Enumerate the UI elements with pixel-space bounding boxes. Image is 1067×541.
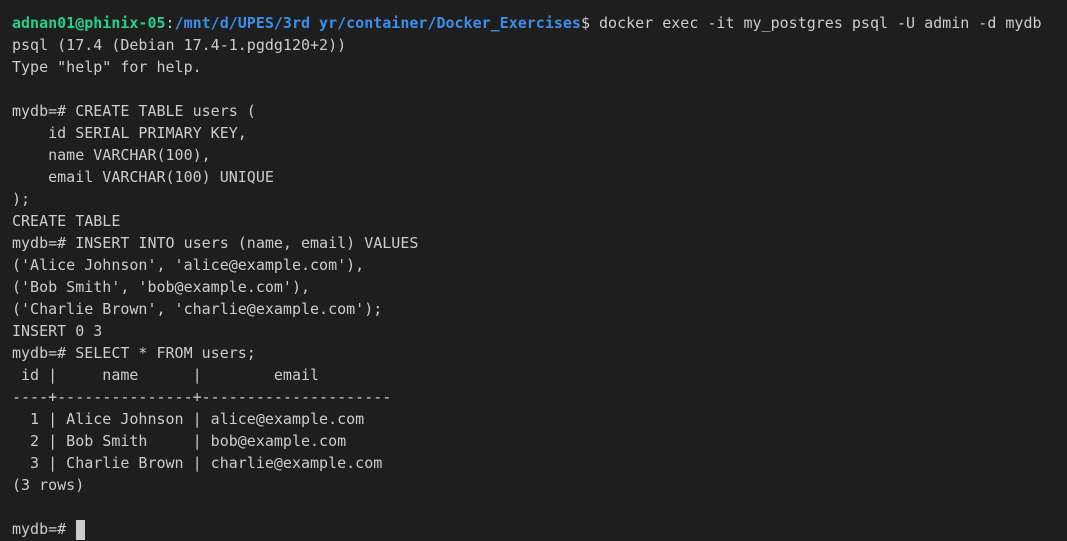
terminal-window[interactable]: adnan01@phinix-05:/mnt/d/UPES/3rd yr/con… (12, 12, 1067, 541)
insert-command-line: ('Bob Smith', 'bob@example.com'), (12, 278, 311, 296)
table-header: id | name | email (12, 366, 392, 384)
select-command-line: mydb=# SELECT * FROM users; (12, 344, 256, 362)
help-hint-line: Type "help" for help. (12, 58, 202, 76)
table-row: 1 | Alice Johnson | alice@example.com (12, 410, 365, 428)
prompt-user-host: adnan01@phinix-05 (12, 14, 166, 32)
prompt-path: /mnt/d/UPES/3rd yr/container/Docker_Exer… (174, 14, 581, 32)
insert-command-line: mydb=# INSERT INTO users (name, email) V… (12, 234, 419, 252)
insert-command-line: ('Alice Johnson', 'alice@example.com'), (12, 256, 365, 274)
psql-version-line: psql (17.4 (Debian 17.4-1.pgdg120+2)) (12, 36, 347, 54)
insert-result-line: INSERT 0 3 (12, 322, 103, 340)
table-row: 3 | Charlie Brown | charlie@example.com (12, 454, 383, 472)
create-command-line: id SERIAL PRIMARY KEY, (12, 124, 247, 142)
shell-prompt-line: adnan01@phinix-05:/mnt/d/UPES/3rd yr/con… (12, 12, 1067, 34)
create-command-line: email VARCHAR(100) UNIQUE (12, 168, 274, 186)
create-result-line: CREATE TABLE (12, 212, 121, 230)
insert-command-line: ('Charlie Brown', 'charlie@example.com')… (12, 300, 383, 318)
shell-command: docker exec -it my_postgres psql -U admi… (589, 14, 1042, 32)
create-command-line: mydb=# CREATE TABLE users ( (12, 102, 256, 120)
prompt-colon: : (165, 14, 175, 32)
text-cursor (76, 519, 86, 540)
table-separator: ----+---------------+-------------------… (12, 388, 392, 406)
table-row: 2 | Bob Smith | bob@example.com (12, 432, 347, 450)
row-count-line: (3 rows) (12, 476, 85, 494)
psql-prompt: mydb=# (12, 520, 76, 538)
final-prompt-line[interactable]: mydb=# (12, 518, 1067, 540)
create-command-line: ); (12, 190, 31, 208)
create-command-line: name VARCHAR(100), (12, 146, 211, 164)
prompt-symbol: $ (580, 14, 590, 32)
